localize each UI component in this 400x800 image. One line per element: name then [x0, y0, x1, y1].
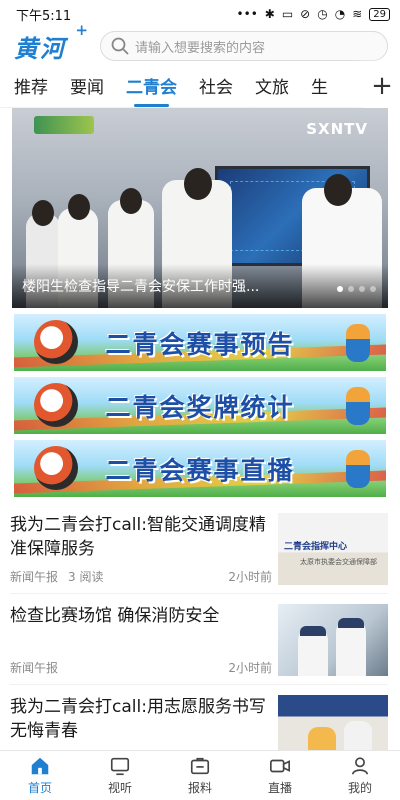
hero-head: [324, 174, 352, 206]
news-meta: 新闻午报 2小时前: [10, 659, 272, 676]
tab-society[interactable]: 社会: [199, 73, 233, 98]
vibrate-icon: ▭: [281, 7, 294, 21]
banner-schedule[interactable]: 二青会赛事预告: [14, 314, 386, 371]
carousel-dots: [337, 286, 376, 292]
hero-head: [120, 188, 142, 214]
banner-title: 二青会奖牌统计: [105, 392, 295, 422]
nav-media[interactable]: 视听: [80, 751, 160, 800]
bluetooth-icon: ✱: [264, 7, 275, 21]
nav-live[interactable]: 直播: [240, 751, 320, 800]
news-reads: 3 阅读: [68, 570, 104, 584]
banner-title: 二青会赛事直播: [105, 455, 295, 485]
search-input[interactable]: 请输入想要搜索的内容: [100, 31, 388, 61]
news-text: 我为二青会打call:智能交通调度精准保障服务 新闻午报 3 阅读 2小时前: [10, 513, 272, 585]
news-source: 新闻午报: [10, 570, 59, 584]
news-text: 检查比赛场馆 确保消防安全 新闻午报 2小时前: [10, 604, 272, 676]
mascot-icon: [34, 446, 78, 490]
app-screen: 下午5:11 ••• ✱ ▭ ⊘ ◷ ◔ ≋ 29 黄河 + 请输入想要搜索的内…: [0, 0, 400, 800]
list-item[interactable]: 检查比赛场馆 确保消防安全 新闻午报 2小时前: [10, 594, 388, 685]
news-time: 2小时前: [228, 570, 272, 584]
channel-tabs: 推荐 要闻 二青会 社会 文旅 生 +: [0, 64, 400, 108]
logo-plus: +: [75, 20, 90, 39]
camera-icon: [270, 759, 290, 773]
news-title: 我为二青会打call:用志愿服务书写无悔青春: [10, 697, 266, 741]
banner-live[interactable]: 二青会赛事直播: [14, 440, 386, 497]
feature-banners: 二青会赛事预告 二青会奖牌统计 二青会赛事直播: [0, 308, 400, 497]
runner-icon: [346, 324, 370, 362]
news-title: 我为二青会打call:智能交通调度精准保障服务: [10, 515, 266, 559]
news-meta: 新闻午报 3 阅读 2小时前: [10, 568, 272, 585]
channel-logo: [34, 116, 94, 134]
nav-home[interactable]: 首页: [0, 751, 80, 800]
battery-icon: 29: [369, 7, 390, 21]
nav-label: 首页: [27, 781, 52, 795]
mascot-icon: [34, 320, 78, 364]
news-thumbnail: [278, 604, 388, 676]
tab-recommend[interactable]: 推荐: [14, 73, 48, 98]
thumb-caption: 二青会指挥中心: [284, 542, 348, 552]
news-source: 新闻午报: [10, 661, 59, 675]
thumb-cap: [300, 626, 326, 636]
news-thumbnail: 二青会指挥中心 太原市执委会交通保障部: [278, 513, 388, 585]
alarm-icon: ◷: [317, 7, 328, 21]
mascot-icon: [34, 383, 78, 427]
nav-label: 报料: [187, 781, 212, 795]
nav-label: 直播: [267, 781, 292, 795]
thumb-cap: [338, 618, 364, 628]
banner-medals[interactable]: 二青会奖牌统计: [14, 377, 386, 434]
search-placeholder: 请输入想要搜索的内容: [135, 40, 266, 56]
hero-caption-bar: 楼阳生检查指导二青会安保工作时强...: [12, 264, 388, 308]
user-icon: [351, 757, 369, 775]
nav-label: 我的: [347, 781, 372, 795]
search-icon: [111, 37, 129, 55]
home-icon: [31, 757, 49, 775]
banner-title: 二青会赛事预告: [105, 329, 295, 359]
runner-icon: [346, 450, 370, 488]
app-logo[interactable]: 黄河 +: [14, 21, 90, 64]
bottom-nav: 首页 视听 报料 直播 我的: [0, 750, 400, 800]
logo-text: 黄河: [14, 33, 66, 63]
top-header: 黄河 + 请输入想要搜索的内容: [0, 21, 400, 64]
status-bar: 下午5:11 ••• ✱ ▭ ⊘ ◷ ◔ ≋ 29: [0, 0, 400, 28]
clock-icon: ◔: [334, 7, 346, 21]
mute-icon: ⊘: [300, 7, 311, 21]
status-icons: ••• ✱ ▭ ⊘ ◷ ◔ ≋ 29: [237, 7, 390, 21]
add-tab-button[interactable]: +: [364, 64, 400, 108]
channel-mark: SXNTV: [306, 120, 368, 138]
plus-icon: +: [371, 71, 393, 101]
dots-icon: •••: [236, 7, 258, 21]
nav-label: 视听: [107, 781, 132, 795]
hero-head: [32, 200, 54, 226]
hero-caption: 楼阳生检查指导二青会安保工作时强...: [22, 279, 260, 295]
status-time: 下午5:11: [16, 8, 72, 24]
wifi-icon: ≋: [352, 7, 363, 21]
news-list: 我为二青会打call:智能交通调度精准保障服务 新闻午报 3 阅读 2小时前 二青…: [0, 503, 400, 776]
carousel-dot[interactable]: [359, 286, 365, 292]
nav-profile[interactable]: 我的: [320, 751, 400, 800]
hero-head: [68, 194, 90, 220]
hero-head: [184, 168, 212, 200]
thumb-subcaption: 太原市执委会交通保障部: [300, 558, 377, 566]
carousel-dot[interactable]: [337, 286, 343, 292]
tab-headlines[interactable]: 要闻: [70, 73, 104, 98]
tab-culture-travel[interactable]: 文旅: [255, 73, 289, 98]
nav-report[interactable]: 报料: [160, 751, 240, 800]
thumb-person: [336, 620, 366, 676]
runner-icon: [346, 387, 370, 425]
list-item[interactable]: 我为二青会打call:智能交通调度精准保障服务 新闻午报 3 阅读 2小时前 二青…: [10, 503, 388, 594]
tv-icon: [110, 757, 130, 776]
hero-carousel[interactable]: SXNTV 楼阳生检查指导二青会安保工作时强...: [12, 108, 388, 308]
tab-life[interactable]: 生: [311, 73, 328, 98]
report-icon: [190, 757, 210, 775]
carousel-dot[interactable]: [370, 286, 376, 292]
news-time: 2小时前: [228, 661, 272, 675]
carousel-dot[interactable]: [348, 286, 354, 292]
news-title: 检查比赛场馆 确保消防安全: [10, 606, 220, 626]
tab-youth-games[interactable]: 二青会: [126, 73, 177, 107]
